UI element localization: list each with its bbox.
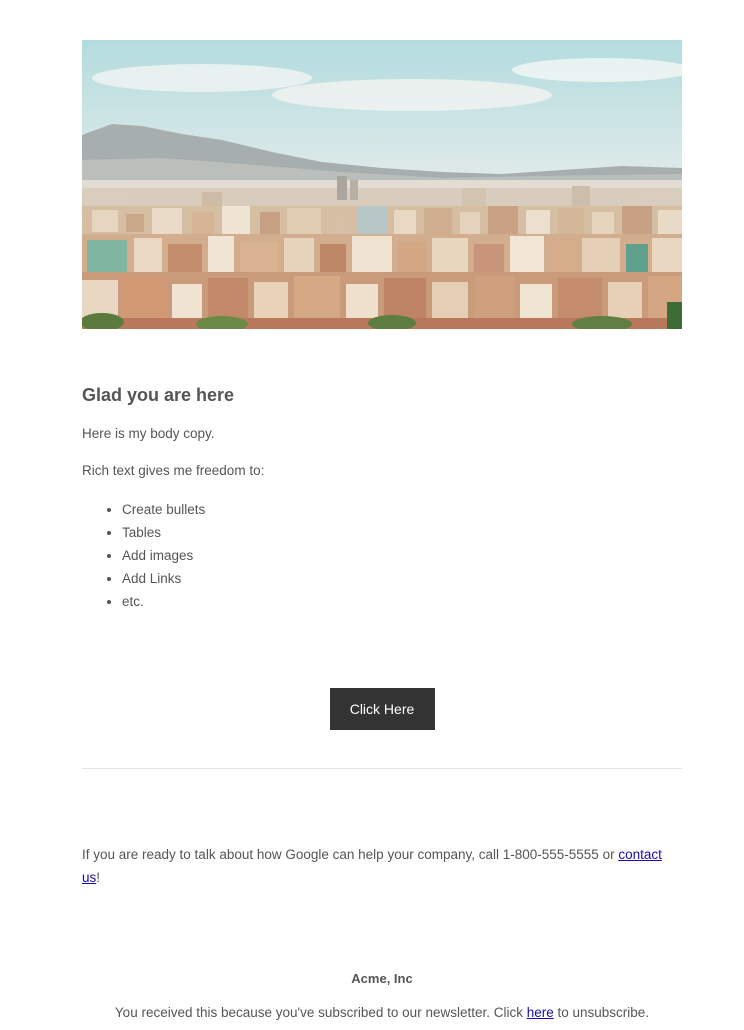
body-copy: Here is my body copy. <box>82 426 215 441</box>
section-divider <box>82 768 682 769</box>
bullet-item: Tables <box>122 521 682 544</box>
contact-paragraph: If you are ready to talk about how Googl… <box>82 843 682 889</box>
cta-wrapper: Click Here <box>82 688 682 730</box>
unsubscribe-text: You received this because you've subscri… <box>114 1005 527 1020</box>
contact-text-end: ! <box>96 870 101 885</box>
contact-text: If you are ready to talk about how Googl… <box>82 847 619 862</box>
bullet-item: Add Links <box>122 567 682 590</box>
bullet-item: etc. <box>122 590 682 613</box>
bullet-item: Add images <box>122 544 682 567</box>
section-heading: Glad you are here <box>82 385 235 405</box>
click-here-button[interactable]: Click Here <box>329 688 435 730</box>
company-name: Acme, Inc <box>351 971 413 986</box>
unsubscribe-link[interactable]: here <box>527 1005 554 1020</box>
bullet-item: Create bullets <box>122 498 682 521</box>
hero-image <box>82 40 682 329</box>
unsubscribe-text-end: to unsubscribe. <box>553 1005 650 1020</box>
unsubscribe-note: You received this because you've subscri… <box>82 1005 682 1020</box>
city-skyline-illustration <box>82 40 682 329</box>
rich-text-intro: Rich text gives me freedom to: <box>82 463 265 478</box>
bullet-list: Create bullets Tables Add images Add Lin… <box>82 498 682 613</box>
email-container: Glad you are here Here is my body copy. … <box>82 40 682 1020</box>
